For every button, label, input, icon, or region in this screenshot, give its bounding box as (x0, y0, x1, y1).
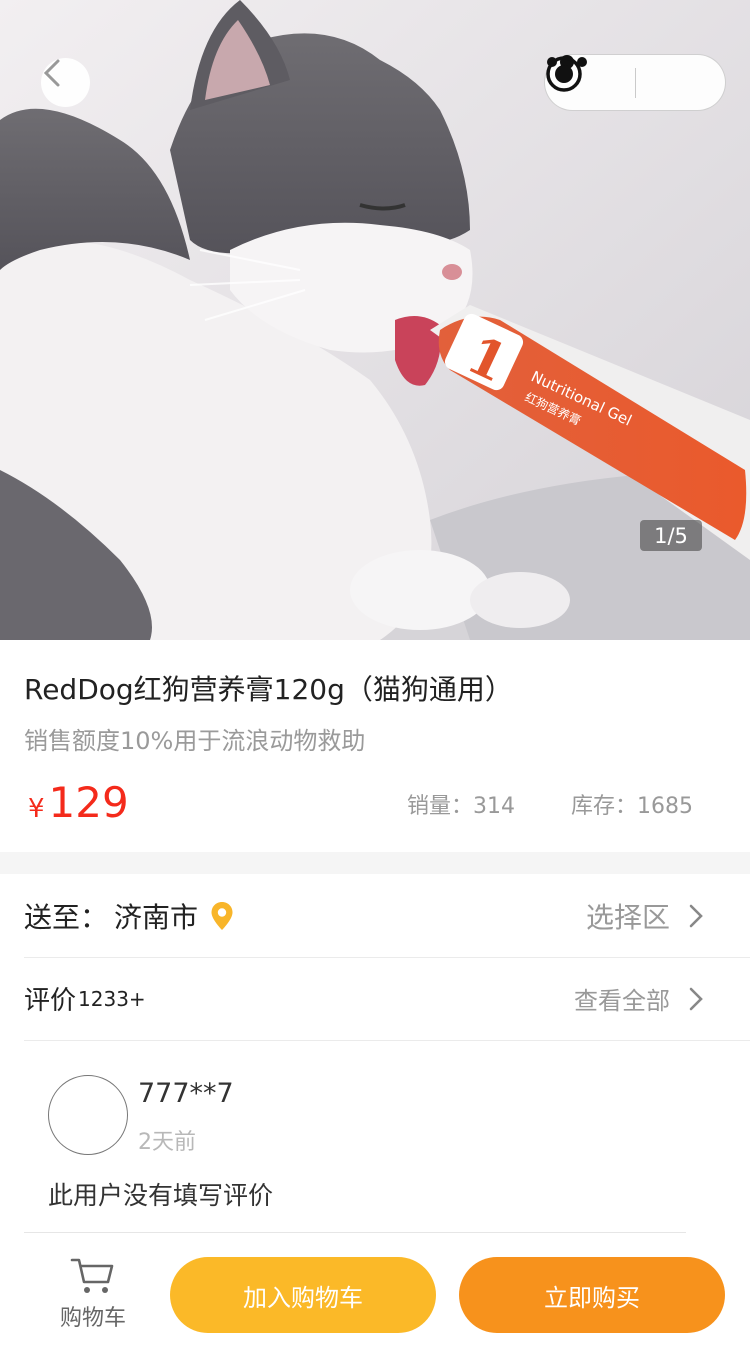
mini-program-capsule (544, 54, 726, 111)
reviews-count: 1233+ (78, 986, 146, 1011)
location-pin-icon (211, 901, 233, 930)
row-divider (24, 1040, 750, 1041)
product-title: RedDog红狗营养膏120g（猫狗通用） (24, 673, 513, 706)
cart-tab[interactable]: 购物车 (52, 1256, 134, 1332)
price-value: 129 (48, 778, 129, 827)
view-all-label: 查看全部 (574, 987, 670, 1015)
product-price: ¥ 129 (28, 778, 129, 827)
close-button[interactable] (546, 55, 725, 110)
review-time: 2天前 (138, 1130, 196, 1155)
select-area-button[interactable]: 选择区 (586, 896, 704, 936)
shipping-row[interactable]: 送至： 济南市 选择区 (0, 874, 750, 957)
bottom-action-bar: 购物车 加入购物车 立即购买 (0, 1240, 750, 1350)
chevron-right-icon (689, 904, 703, 927)
add-to-cart-button[interactable]: 加入购物车 (170, 1257, 436, 1333)
buy-now-button[interactable]: 立即购买 (459, 1257, 725, 1333)
review-text: 此用户没有填写评价 (48, 1181, 274, 1210)
reviews-header-row[interactable]: 评价 1233+ 查看全部 (0, 957, 750, 1040)
back-button[interactable] (41, 58, 90, 107)
sales-count: 销量：314 (407, 794, 515, 819)
shipping-label: 送至： (24, 900, 109, 934)
review-divider (24, 1232, 686, 1233)
gallery-counter: 1/5 (640, 520, 702, 551)
avatar (48, 1075, 128, 1155)
cart-tab-label: 购物车 (59, 1306, 126, 1331)
stock-count: 库存：1685 (571, 794, 693, 819)
shipping-city: 济南市 (114, 900, 199, 934)
product-image-gallery[interactable]: 1 Nutritional Gel 红狗营养膏 1/5 (0, 0, 750, 640)
chevron-right-icon (689, 987, 703, 1010)
chevron-left-icon (43, 59, 60, 87)
shopping-cart-icon (70, 1258, 114, 1293)
view-all-reviews-button[interactable]: 查看全部 (574, 981, 704, 1016)
price-currency: ¥ (28, 794, 45, 824)
target-close-icon (546, 56, 582, 92)
product-subtitle: 销售额度10%用于流浪动物救助 (24, 727, 366, 755)
section-gap (0, 852, 750, 874)
reviews-label: 评价 (24, 986, 77, 1016)
reviewer-name: 777**7 (138, 1078, 234, 1109)
select-area-label: 选择区 (585, 900, 670, 934)
